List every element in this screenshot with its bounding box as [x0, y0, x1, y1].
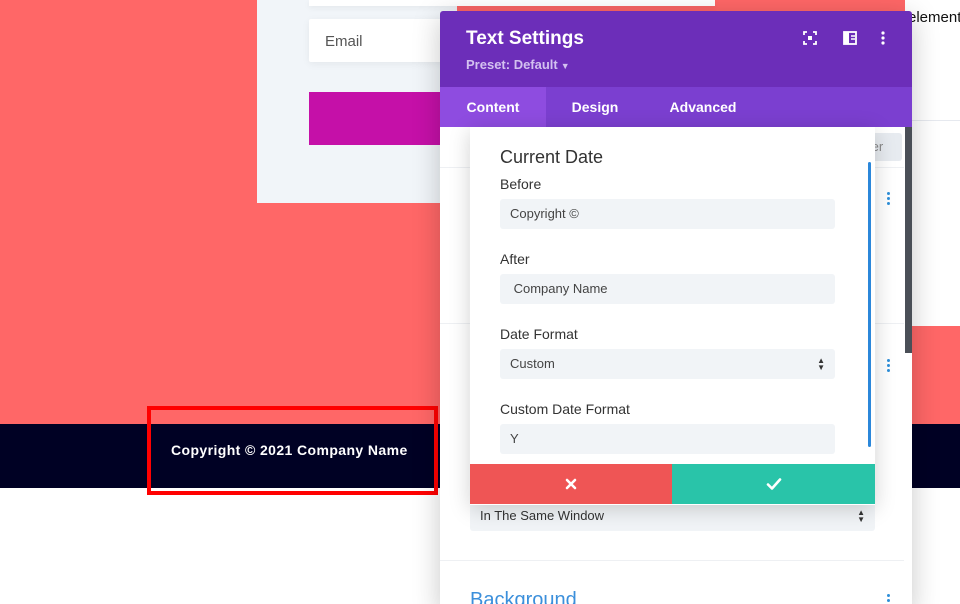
date-format-label: Date Format — [500, 326, 578, 342]
highlight-box — [147, 406, 438, 495]
after-label: After — [500, 251, 530, 267]
popup-scrollbar[interactable] — [868, 162, 871, 447]
preset-label: Preset: Default — [466, 57, 558, 72]
before-input[interactable]: Copyright © — [500, 199, 835, 229]
date-format-select[interactable]: Custom ▲ ▼ — [500, 349, 835, 379]
cancel-button[interactable] — [470, 464, 672, 504]
side-coral-block — [905, 326, 960, 424]
link-target-value: In The Same Window — [480, 508, 605, 523]
section-divider — [440, 560, 904, 561]
tab-advanced[interactable]: Advanced — [644, 87, 762, 127]
section-menu-icon[interactable] — [886, 359, 892, 375]
side-panel — [905, 0, 960, 326]
before-label: Before — [500, 176, 542, 192]
tab-content[interactable]: Content — [440, 87, 546, 127]
date-format-value: Custom — [510, 356, 555, 371]
tab-design[interactable]: Design — [546, 87, 644, 127]
after-input[interactable]: Company Name — [500, 274, 835, 304]
link-target-select[interactable]: In The Same Window ▲ ▼ — [470, 501, 875, 531]
custom-date-format-label: Custom Date Format — [500, 401, 630, 417]
custom-date-format-input[interactable]: Y — [500, 424, 835, 454]
side-panel-divider — [905, 120, 960, 121]
modal-scrollbar[interactable] — [905, 127, 912, 353]
check-icon — [766, 478, 781, 490]
split-view-icon[interactable] — [843, 31, 859, 47]
email-input[interactable]: Email — [309, 19, 449, 62]
current-date-popup: Current Date Before Copyright © After Co… — [470, 127, 875, 505]
select-arrows-icon: ▲ ▼ — [817, 356, 825, 372]
modal-title: Text Settings — [466, 28, 584, 49]
side-panel-label: elements — [908, 9, 960, 26]
section-menu-icon[interactable] — [886, 594, 892, 604]
modal-tabs: Content Design Advanced — [440, 87, 912, 127]
expand-icon[interactable] — [803, 31, 819, 47]
form-input-top[interactable] — [309, 0, 715, 6]
close-icon — [565, 478, 577, 490]
background-section-toggle[interactable]: Background — [470, 589, 577, 604]
popup-title: Current Date — [500, 147, 604, 167]
preset-selector[interactable]: Preset: Default ▼ — [466, 57, 570, 72]
save-button[interactable] — [672, 464, 875, 504]
modal-header: Text Settings Preset: Default ▼ — [440, 11, 912, 87]
section-menu-icon[interactable] — [886, 192, 892, 208]
more-vertical-icon[interactable] — [880, 31, 896, 47]
caret-down-icon: ▼ — [560, 61, 570, 71]
submit-button[interactable] — [309, 92, 449, 145]
